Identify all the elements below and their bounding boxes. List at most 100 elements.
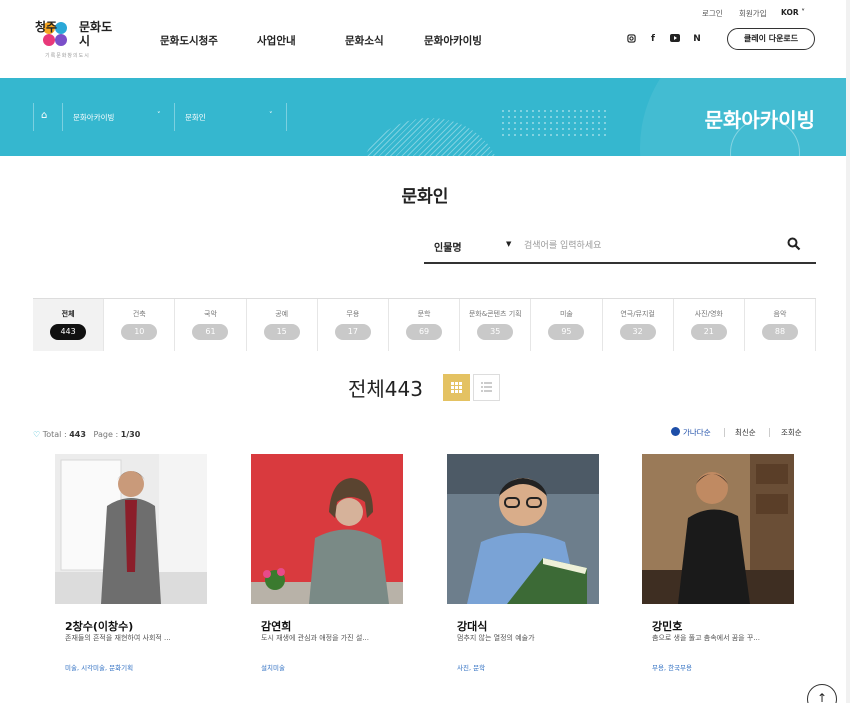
tab-fine-arts[interactable]: 미술 95 xyxy=(530,299,601,351)
tab-literature[interactable]: 문학 69 xyxy=(387,299,459,351)
tab-count-badge: 21 xyxy=(690,324,727,340)
person-name: 강대식 xyxy=(457,620,488,633)
tab-music[interactable]: 음악 88 xyxy=(743,299,817,351)
page-label: Page : xyxy=(93,430,121,439)
nav-item-news[interactable]: 문화소식 xyxy=(345,33,384,48)
person-description: 존재들의 흔적을 재현하여 사회적 ... xyxy=(65,634,171,642)
breadcrumb-item-people[interactable]: 문화인 xyxy=(185,112,206,123)
language-select[interactable]: KOR ˅ xyxy=(781,8,805,17)
naver-icon[interactable]: N xyxy=(691,34,703,44)
home-icon[interactable]: ⌂ xyxy=(41,110,47,121)
tab-photo-film[interactable]: 사진/영화 21 xyxy=(672,299,744,351)
category-tabs: 전체 443 건축 10 국악 61 공예 15 무용 17 문학 69 문화&콘텐츠 기획… xyxy=(33,298,817,351)
page-scrollbar[interactable] xyxy=(846,0,850,703)
page-indicator: 1/30 xyxy=(120,430,141,439)
person-card[interactable]: 강대식 멈추지 않는 열정의 예술가 사진, 문학 xyxy=(447,454,599,674)
person-description: 도시 재생에 관심과 애정을 가진 설... xyxy=(261,634,369,642)
tab-culture-content-planning[interactable]: 문화&콘텐츠 기획 35 xyxy=(459,299,530,351)
logo-text-culture: 문화도시 xyxy=(79,20,113,48)
tab-label: 사진/영화 xyxy=(694,310,723,318)
logo-subtitle: 기록문화창의도시 xyxy=(45,53,90,59)
tab-label: 문학 xyxy=(417,310,431,318)
search-input[interactable] xyxy=(524,237,774,255)
clay-download-button[interactable]: 클레이 다운로드 xyxy=(727,28,815,50)
grid-view-icon[interactable] xyxy=(443,374,470,401)
tab-count-badge: 10 xyxy=(121,324,158,340)
tab-count-badge: 443 xyxy=(50,324,87,340)
nav-item-business[interactable]: 사업안내 xyxy=(257,33,296,48)
info-icon: ♡ xyxy=(33,430,41,439)
tab-count-badge: 17 xyxy=(334,324,371,340)
person-card[interactable]: 2창수(이창수) 존재들의 흔적을 재현하여 사회적 ... 미술, 시각미술,… xyxy=(55,454,207,674)
person-tags[interactable]: 사진, 문학 xyxy=(457,662,485,672)
tab-count-badge: 15 xyxy=(263,324,300,340)
tab-gugak[interactable]: 국악 61 xyxy=(174,299,245,351)
banner-decoration xyxy=(360,118,500,156)
search-type-select[interactable]: 인물명 xyxy=(434,239,462,254)
scroll-top-button[interactable]: ↑ xyxy=(807,684,837,703)
total-count: 443 xyxy=(69,430,86,439)
sort-alphabetical[interactable]: 가나다순 xyxy=(683,427,711,438)
chevron-down-icon[interactable]: ˅ xyxy=(157,111,161,119)
breadcrumb-divider xyxy=(62,103,63,131)
breadcrumb-divider xyxy=(174,103,175,131)
sort-views[interactable]: 조회순 xyxy=(781,427,802,438)
page-title: 문화인 xyxy=(401,187,449,207)
person-tags[interactable]: 미술, 시각미술, 문화기획 xyxy=(65,662,133,672)
sort-latest[interactable]: 최신순 xyxy=(735,427,756,438)
person-tags[interactable]: 무용, 한국무용 xyxy=(652,662,692,672)
check-icon xyxy=(671,427,680,436)
signup-link[interactable]: 회원가입 xyxy=(739,8,767,19)
tab-label: 문화&콘텐츠 기획 xyxy=(468,310,522,318)
tab-label: 전체 xyxy=(61,310,75,318)
tab-label: 공예 xyxy=(275,310,289,318)
tab-crafts[interactable]: 공예 15 xyxy=(245,299,317,351)
nav-item-cheongju[interactable]: 문화도시청주 xyxy=(160,33,218,48)
site-header: 청주 문화도시 기록문화창의도시 문화도시청주 사업안내 문화소식 문화아카이빙… xyxy=(0,0,850,78)
search-bar: 인물명 ▼ xyxy=(424,232,816,264)
person-name: 감연희 xyxy=(261,620,292,633)
site-logo[interactable]: 청주 문화도시 기록문화창의도시 xyxy=(35,18,115,60)
tab-label: 국악 xyxy=(204,310,217,318)
person-photo xyxy=(55,454,207,604)
banner-decoration xyxy=(500,108,610,138)
tab-dance[interactable]: 무용 17 xyxy=(316,299,388,351)
person-card[interactable]: 강민호 춤으로 생을 풀고 춤속에서 꿈을 꾸... 무용, 한국무용 xyxy=(642,454,794,674)
list-view-icon[interactable] xyxy=(473,374,500,401)
tab-architecture[interactable]: 건축 10 xyxy=(103,299,174,351)
facebook-icon[interactable]: f xyxy=(647,34,659,44)
search-icon[interactable] xyxy=(787,236,801,255)
instagram-icon[interactable] xyxy=(625,34,637,46)
tab-all[interactable]: 전체 443 xyxy=(33,299,104,351)
tab-count-badge: 32 xyxy=(619,324,656,340)
tab-count-badge: 88 xyxy=(761,324,798,340)
tab-label: 연극/뮤지컬 xyxy=(620,310,655,318)
person-tags[interactable]: 설치미술 xyxy=(261,662,285,672)
tab-label: 무용 xyxy=(346,310,360,318)
person-description: 멈추지 않는 열정의 예술가 xyxy=(457,634,535,642)
banner-title: 문화아카이빙 xyxy=(704,108,815,132)
nav-item-archive[interactable]: 문화아카이빙 xyxy=(424,33,482,48)
person-name: 강민호 xyxy=(652,620,683,633)
breadcrumb-item-archive[interactable]: 문화아카이빙 xyxy=(73,112,114,123)
tab-label: 미술 xyxy=(559,310,573,318)
youtube-icon[interactable] xyxy=(669,34,681,45)
page: 청주 문화도시 기록문화창의도시 문화도시청주 사업안내 문화소식 문화아카이빙… xyxy=(0,0,850,703)
tab-count-badge: 61 xyxy=(192,324,229,340)
chevron-down-icon[interactable]: ˅ xyxy=(269,111,273,119)
total-label: Total : xyxy=(42,430,70,439)
person-photo xyxy=(642,454,794,604)
result-summary: ♡ Total : 443 Page : 1/30 xyxy=(33,430,140,439)
person-card[interactable]: 감연희 도시 재생에 관심과 애정을 가진 설... 설치미술 xyxy=(251,454,403,674)
caret-down-icon[interactable]: ▼ xyxy=(506,240,511,248)
person-photo xyxy=(447,454,599,604)
section-title: 전체443 xyxy=(348,377,423,401)
arrow-up-icon: ↑ xyxy=(816,691,828,703)
tab-label: 건축 xyxy=(132,310,146,318)
breadcrumb-divider xyxy=(286,103,287,131)
page-banner: ⌂ 문화아카이빙 ˅ 문화인 ˅ 문화아카이빙 xyxy=(0,78,850,156)
login-link[interactable]: 로그인 xyxy=(702,8,723,19)
tab-count-badge: 95 xyxy=(548,324,585,340)
person-description: 춤으로 생을 풀고 춤속에서 꿈을 꾸... xyxy=(652,634,760,642)
tab-theater-musical[interactable]: 연극/뮤지컬 32 xyxy=(601,299,673,351)
